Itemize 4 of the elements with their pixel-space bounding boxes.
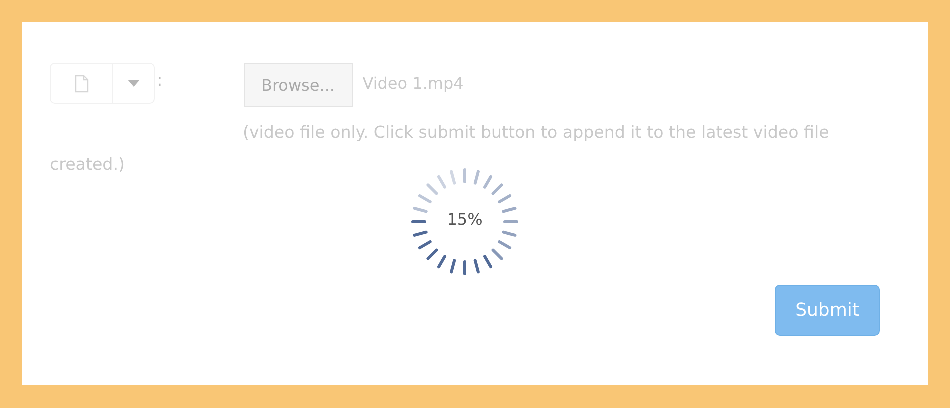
spinner-icon (410, 167, 520, 277)
progress-label: 15% (447, 210, 483, 229)
separator-colon: : (157, 71, 163, 91)
browse-button[interactable]: Browse... (244, 63, 353, 107)
